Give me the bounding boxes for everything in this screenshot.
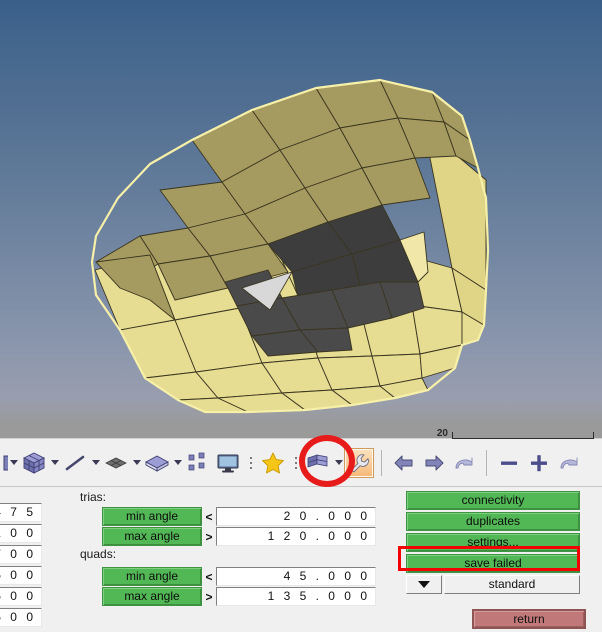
criterion-value-trias-min-angle[interactable]: 2 0 . 0 0 0 bbox=[216, 507, 376, 526]
plus-icon[interactable] bbox=[524, 448, 554, 478]
toolbar-item-shell-element[interactable] bbox=[101, 443, 142, 483]
left-value-field[interactable]: 1 0 0 bbox=[0, 524, 42, 543]
left-value-field[interactable]: 4 7 5 bbox=[0, 503, 42, 522]
left-value-field[interactable]: 5 0 0 bbox=[0, 587, 42, 606]
action-button-settings[interactable]: settings... bbox=[406, 533, 580, 552]
quality-criteria-panel: 4 7 5 1 0 0 7 0 0 5 0 0 5 0 0 5 0 0 tria… bbox=[0, 486, 602, 632]
arrow-right-icon[interactable] bbox=[419, 448, 449, 478]
criterion-value-trias-max-angle[interactable]: 1 2 0 . 0 0 0 bbox=[216, 527, 376, 546]
comparator-label: > bbox=[205, 529, 213, 544]
scale-value: 20 bbox=[436, 428, 448, 439]
undo-curve-icon[interactable] bbox=[449, 448, 479, 478]
fem-mesh-model bbox=[90, 78, 490, 414]
line-icon[interactable] bbox=[60, 448, 90, 478]
return-button[interactable]: return bbox=[472, 609, 586, 629]
partial-icon[interactable] bbox=[0, 448, 8, 478]
criterion-value-quads-min-angle[interactable]: 4 5 . 0 0 0 bbox=[216, 567, 376, 586]
criterion-row: min angle < 4 5 . 0 0 0 bbox=[102, 567, 376, 586]
chevron-down-icon[interactable] bbox=[49, 448, 60, 478]
star-icon[interactable] bbox=[258, 448, 288, 478]
toolbar-item-check-elements[interactable] bbox=[344, 443, 374, 483]
left-value-column: 4 7 5 1 0 0 7 0 0 5 0 0 5 0 0 5 0 0 bbox=[0, 487, 42, 629]
mesh-grid-icon[interactable] bbox=[303, 448, 333, 478]
toolbar-item-favorite[interactable] bbox=[258, 443, 288, 483]
cube-icon[interactable] bbox=[19, 448, 49, 478]
toolbar-item-display-monitor[interactable] bbox=[213, 443, 243, 483]
main-toolbar[interactable] bbox=[0, 438, 602, 486]
left-value-field[interactable]: 7 0 0 bbox=[0, 545, 42, 564]
criterion-button-trias-max-angle[interactable]: max angle bbox=[102, 527, 202, 546]
chevron-down-icon[interactable] bbox=[172, 448, 183, 478]
toolbar-item-zoom-out[interactable] bbox=[494, 443, 524, 483]
criterion-value-quads-max-angle[interactable]: 1 3 5 . 0 0 0 bbox=[216, 587, 376, 606]
chevron-down-icon bbox=[418, 581, 430, 588]
wrench-icon[interactable] bbox=[344, 447, 374, 478]
toolbar-separator bbox=[246, 449, 255, 477]
toolbar-item-forward[interactable] bbox=[419, 443, 449, 483]
minus-icon[interactable] bbox=[494, 448, 524, 478]
chevron-down-icon[interactable] bbox=[90, 448, 101, 478]
chevron-down-icon[interactable] bbox=[333, 448, 344, 478]
arrow-left-icon[interactable] bbox=[389, 448, 419, 478]
comparator-label: > bbox=[205, 589, 213, 604]
comparator-label: < bbox=[205, 509, 213, 524]
scale-bar: 20 bbox=[437, 428, 594, 439]
action-button-save-failed[interactable]: save failed bbox=[406, 554, 580, 573]
redo-curve-icon[interactable] bbox=[554, 448, 584, 478]
group-label-trias: trias: bbox=[80, 490, 107, 504]
comparator-label: < bbox=[205, 569, 213, 584]
dropdown-value-standard[interactable]: standard bbox=[444, 575, 580, 594]
chevron-down-icon[interactable] bbox=[8, 448, 19, 478]
toolbar-item-redo[interactable] bbox=[554, 443, 584, 483]
block-icon[interactable] bbox=[142, 448, 172, 478]
toolbar-separator bbox=[291, 449, 300, 477]
criterion-button-quads-max-angle[interactable]: max angle bbox=[102, 587, 202, 606]
toolbar-separator bbox=[486, 449, 487, 476]
criterion-row: min angle < 2 0 . 0 0 0 bbox=[102, 507, 376, 526]
toolbar-item-zoom-in[interactable] bbox=[524, 443, 554, 483]
toolbar-separator bbox=[381, 449, 382, 476]
criterion-button-trias-min-angle[interactable]: min angle bbox=[102, 507, 202, 526]
toolbar-item-undo[interactable] bbox=[449, 443, 479, 483]
criterion-button-quads-min-angle[interactable]: min angle bbox=[102, 567, 202, 586]
nodes-icon[interactable] bbox=[183, 448, 213, 478]
criterion-row: max angle > 1 3 5 . 0 0 0 bbox=[102, 587, 376, 606]
dropdown-toggle-standard[interactable] bbox=[406, 575, 442, 594]
group-label-quads: quads: bbox=[80, 547, 117, 561]
scale-bar-line bbox=[452, 432, 594, 439]
action-button-duplicates[interactable]: duplicates bbox=[406, 512, 580, 531]
toolbar-item-element-cut-left[interactable] bbox=[0, 443, 19, 483]
toolbar-item-solid-cube[interactable] bbox=[19, 443, 60, 483]
left-value-field[interactable]: 5 0 0 bbox=[0, 608, 42, 627]
application-window: 20 7 5 0 0 0 0 0 0 0 0 0 0 trias: min an… bbox=[0, 0, 602, 632]
toolbar-item-node-grid[interactable] bbox=[183, 443, 213, 483]
toolbar-item-mesh-panel[interactable] bbox=[303, 443, 344, 483]
monitor-icon[interactable] bbox=[213, 448, 243, 478]
toolbar-item-back[interactable] bbox=[389, 443, 419, 483]
action-button-connectivity[interactable]: connectivity bbox=[406, 491, 580, 510]
chevron-down-icon[interactable] bbox=[131, 448, 142, 478]
toolbar-item-solid-block[interactable] bbox=[142, 443, 183, 483]
3d-viewport[interactable] bbox=[0, 0, 602, 424]
left-value-field[interactable]: 5 0 0 bbox=[0, 566, 42, 585]
shell-icon[interactable] bbox=[101, 448, 131, 478]
toolbar-item-line-element[interactable] bbox=[60, 443, 101, 483]
criterion-row: max angle > 1 2 0 . 0 0 0 bbox=[102, 527, 376, 546]
